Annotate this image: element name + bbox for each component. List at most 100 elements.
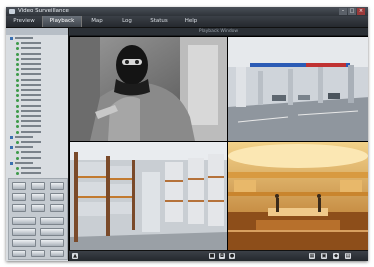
zoom-in-button[interactable]: [12, 217, 36, 225]
node-label-placeholder: [21, 172, 41, 175]
video-grid: Playback Window ▲ ■ ◘ ● ▦ ▣ ◆ ▤: [69, 28, 368, 261]
device-tree: [6, 36, 68, 178]
node-label-placeholder: [21, 78, 41, 81]
menu-log[interactable]: Log: [114, 16, 140, 27]
node-label-placeholder: [21, 109, 41, 112]
menu-playback[interactable]: Playback: [42, 16, 82, 27]
camera-icon: [16, 83, 19, 87]
stop-icon[interactable]: ■: [209, 253, 215, 259]
shopping-mall-icon: [228, 142, 368, 251]
app-icon: [9, 9, 15, 14]
node-label-placeholder: [21, 130, 41, 133]
preset-button[interactable]: [31, 250, 45, 257]
node-label-placeholder: [21, 151, 41, 154]
ptz-button[interactable]: [12, 204, 26, 212]
play-icon[interactable]: ▲: [72, 253, 78, 259]
layout-icon[interactable]: ▤: [345, 253, 351, 259]
camera-icon: [16, 120, 19, 124]
camera-icon: [16, 89, 19, 92]
ptz-right-button[interactable]: [50, 193, 64, 201]
menu-map[interactable]: Map: [84, 16, 110, 27]
camera-icon: [16, 52, 19, 56]
camera-icon: [16, 47, 19, 51]
node-label-placeholder: [21, 57, 41, 60]
node-label-placeholder: [21, 167, 41, 169]
ptz-center-button[interactable]: [31, 193, 45, 201]
focus-near-button[interactable]: [12, 228, 36, 236]
node-label-placeholder: [21, 42, 41, 45]
camera-icon: [16, 94, 19, 98]
camera-icon: [16, 63, 19, 66]
grid-icon[interactable]: ▦: [309, 253, 315, 259]
folder-icon: [10, 161, 13, 165]
node-label-placeholder: [21, 104, 41, 107]
ptz-down-button[interactable]: [31, 204, 45, 212]
node-label-placeholder: [21, 125, 41, 128]
ptz-up-button[interactable]: [31, 182, 45, 190]
camera-icon: [16, 125, 19, 129]
camera-icon: [16, 68, 19, 72]
node-label-placeholder: [21, 120, 41, 123]
menu-status[interactable]: Status: [144, 16, 174, 27]
video-grid-label: Playback Window: [69, 28, 368, 35]
iris-open-button[interactable]: [12, 239, 36, 247]
parking-garage-icon: [228, 37, 368, 141]
node-label-placeholder: [21, 63, 41, 65]
node-label-placeholder: [21, 83, 41, 86]
node-label-placeholder: [21, 94, 41, 97]
camera-icon: [16, 73, 19, 77]
close-icon[interactable]: ×: [357, 8, 365, 15]
fullscreen-icon[interactable]: ▣: [321, 253, 327, 259]
node-label-placeholder: [21, 115, 41, 117]
node-label-placeholder: [15, 161, 33, 164]
node-label-placeholder: [21, 141, 41, 143]
minimize-icon[interactable]: –: [339, 8, 347, 15]
warehouse-shelves-icon: [70, 142, 227, 251]
ptz-button[interactable]: [50, 204, 64, 212]
camera-icon: [16, 104, 19, 108]
node-label-placeholder: [15, 146, 33, 149]
node-label-placeholder: [21, 68, 41, 71]
node-label-placeholder: [21, 156, 41, 159]
snapshot-icon[interactable]: ◘: [219, 253, 225, 259]
camera-icon: [16, 109, 19, 113]
settings-icon[interactable]: ◆: [333, 253, 339, 259]
video-tile-1[interactable]: [69, 36, 228, 142]
zoom-out-button[interactable]: [40, 217, 64, 225]
camera-icon: [16, 151, 19, 155]
node-label-placeholder: [21, 47, 41, 50]
node-label-placeholder: [21, 99, 41, 102]
folder-icon: [10, 146, 13, 150]
maximize-icon[interactable]: □: [348, 8, 356, 15]
node-label-placeholder: [15, 37, 33, 39]
node-label-placeholder: [21, 73, 41, 76]
person-balaclava-icon: [70, 37, 227, 141]
menu-preview[interactable]: Preview: [10, 16, 38, 27]
record-icon[interactable]: ●: [229, 253, 235, 259]
folder-icon: [10, 37, 13, 40]
camera-icon: [16, 172, 19, 176]
ptz-button[interactable]: [12, 182, 26, 190]
device-sidebar: [6, 28, 69, 261]
device-tree-header: [6, 28, 68, 35]
preset-button[interactable]: [50, 250, 64, 257]
ptz-control-panel: [8, 178, 68, 260]
video-tile-3[interactable]: [69, 141, 228, 252]
camera-node[interactable]: [6, 171, 68, 176]
preset-button[interactable]: [12, 250, 26, 257]
iris-close-button[interactable]: [40, 239, 64, 247]
video-tile-2[interactable]: [227, 36, 368, 142]
camera-icon: [16, 130, 19, 134]
camera-icon: [16, 156, 19, 160]
camera-icon: [16, 141, 19, 144]
ptz-button[interactable]: [50, 182, 64, 190]
title-bar: Video Surveillance – □ ×: [6, 7, 368, 16]
window-title: Video Surveillance: [18, 8, 69, 14]
video-tile-4[interactable]: [227, 141, 368, 252]
folder-icon: [10, 135, 13, 139]
ptz-left-button[interactable]: [12, 193, 26, 201]
menu-help[interactable]: Help: [178, 16, 204, 27]
camera-icon: [16, 78, 19, 82]
focus-far-button[interactable]: [40, 228, 64, 236]
main-menu: Preview Playback Map Log Status Help: [6, 16, 368, 28]
